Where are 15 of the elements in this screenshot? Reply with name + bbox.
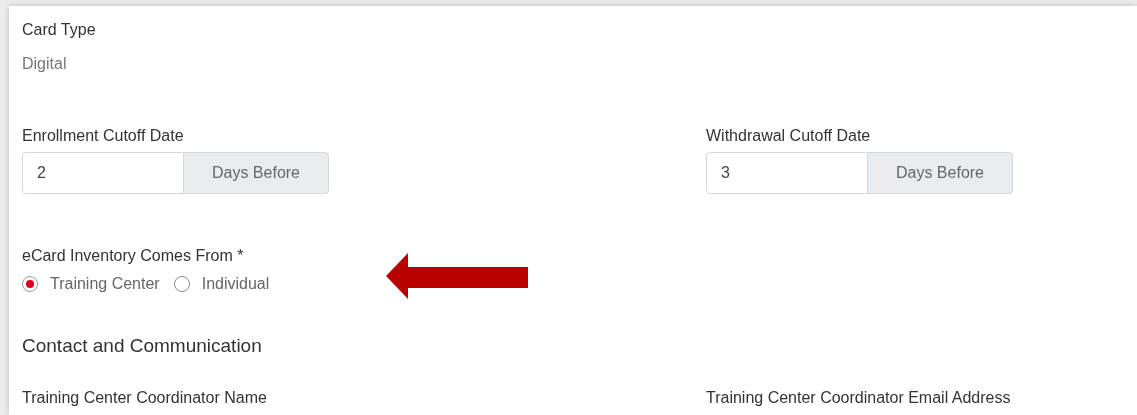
days-input[interactable]: 2 <box>22 152 184 194</box>
days-input[interactable]: 3 <box>706 152 868 194</box>
radio-option[interactable]: Individual <box>173 274 270 294</box>
field-label: Enrollment Cutoff Date <box>22 126 185 146</box>
field-label: Card Type <box>22 20 97 40</box>
arrow-icon <box>386 253 528 299</box>
input-addon: Days Before <box>868 152 1013 194</box>
field-label: Training Center Coordinator Email Address <box>706 388 1012 408</box>
field-value: Digital <box>22 54 68 74</box>
input-addon: Days Before <box>184 152 329 194</box>
radio-option[interactable]: Training Center <box>22 274 160 294</box>
field-label: Withdrawal Cutoff Date <box>706 126 872 146</box>
section-title: Contact and Communication <box>22 334 263 358</box>
field-label: Training Center Coordinator Name <box>22 388 268 408</box>
field-label: eCard Inventory Comes From * <box>22 246 245 266</box>
